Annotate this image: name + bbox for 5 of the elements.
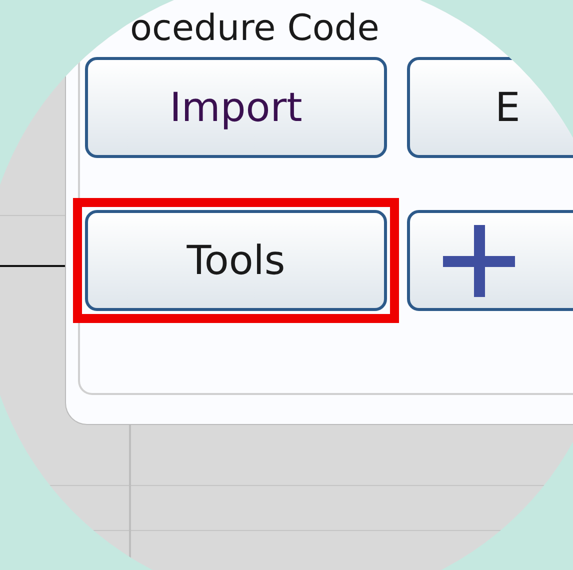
- group-title: ocedure Code: [130, 7, 380, 51]
- plus-icon: [443, 224, 515, 296]
- toolbar-button[interactable]: Tools: [85, 210, 387, 311]
- toolbar-button[interactable]: E: [407, 57, 573, 158]
- toolbar-button[interactable]: Import: [85, 57, 387, 158]
